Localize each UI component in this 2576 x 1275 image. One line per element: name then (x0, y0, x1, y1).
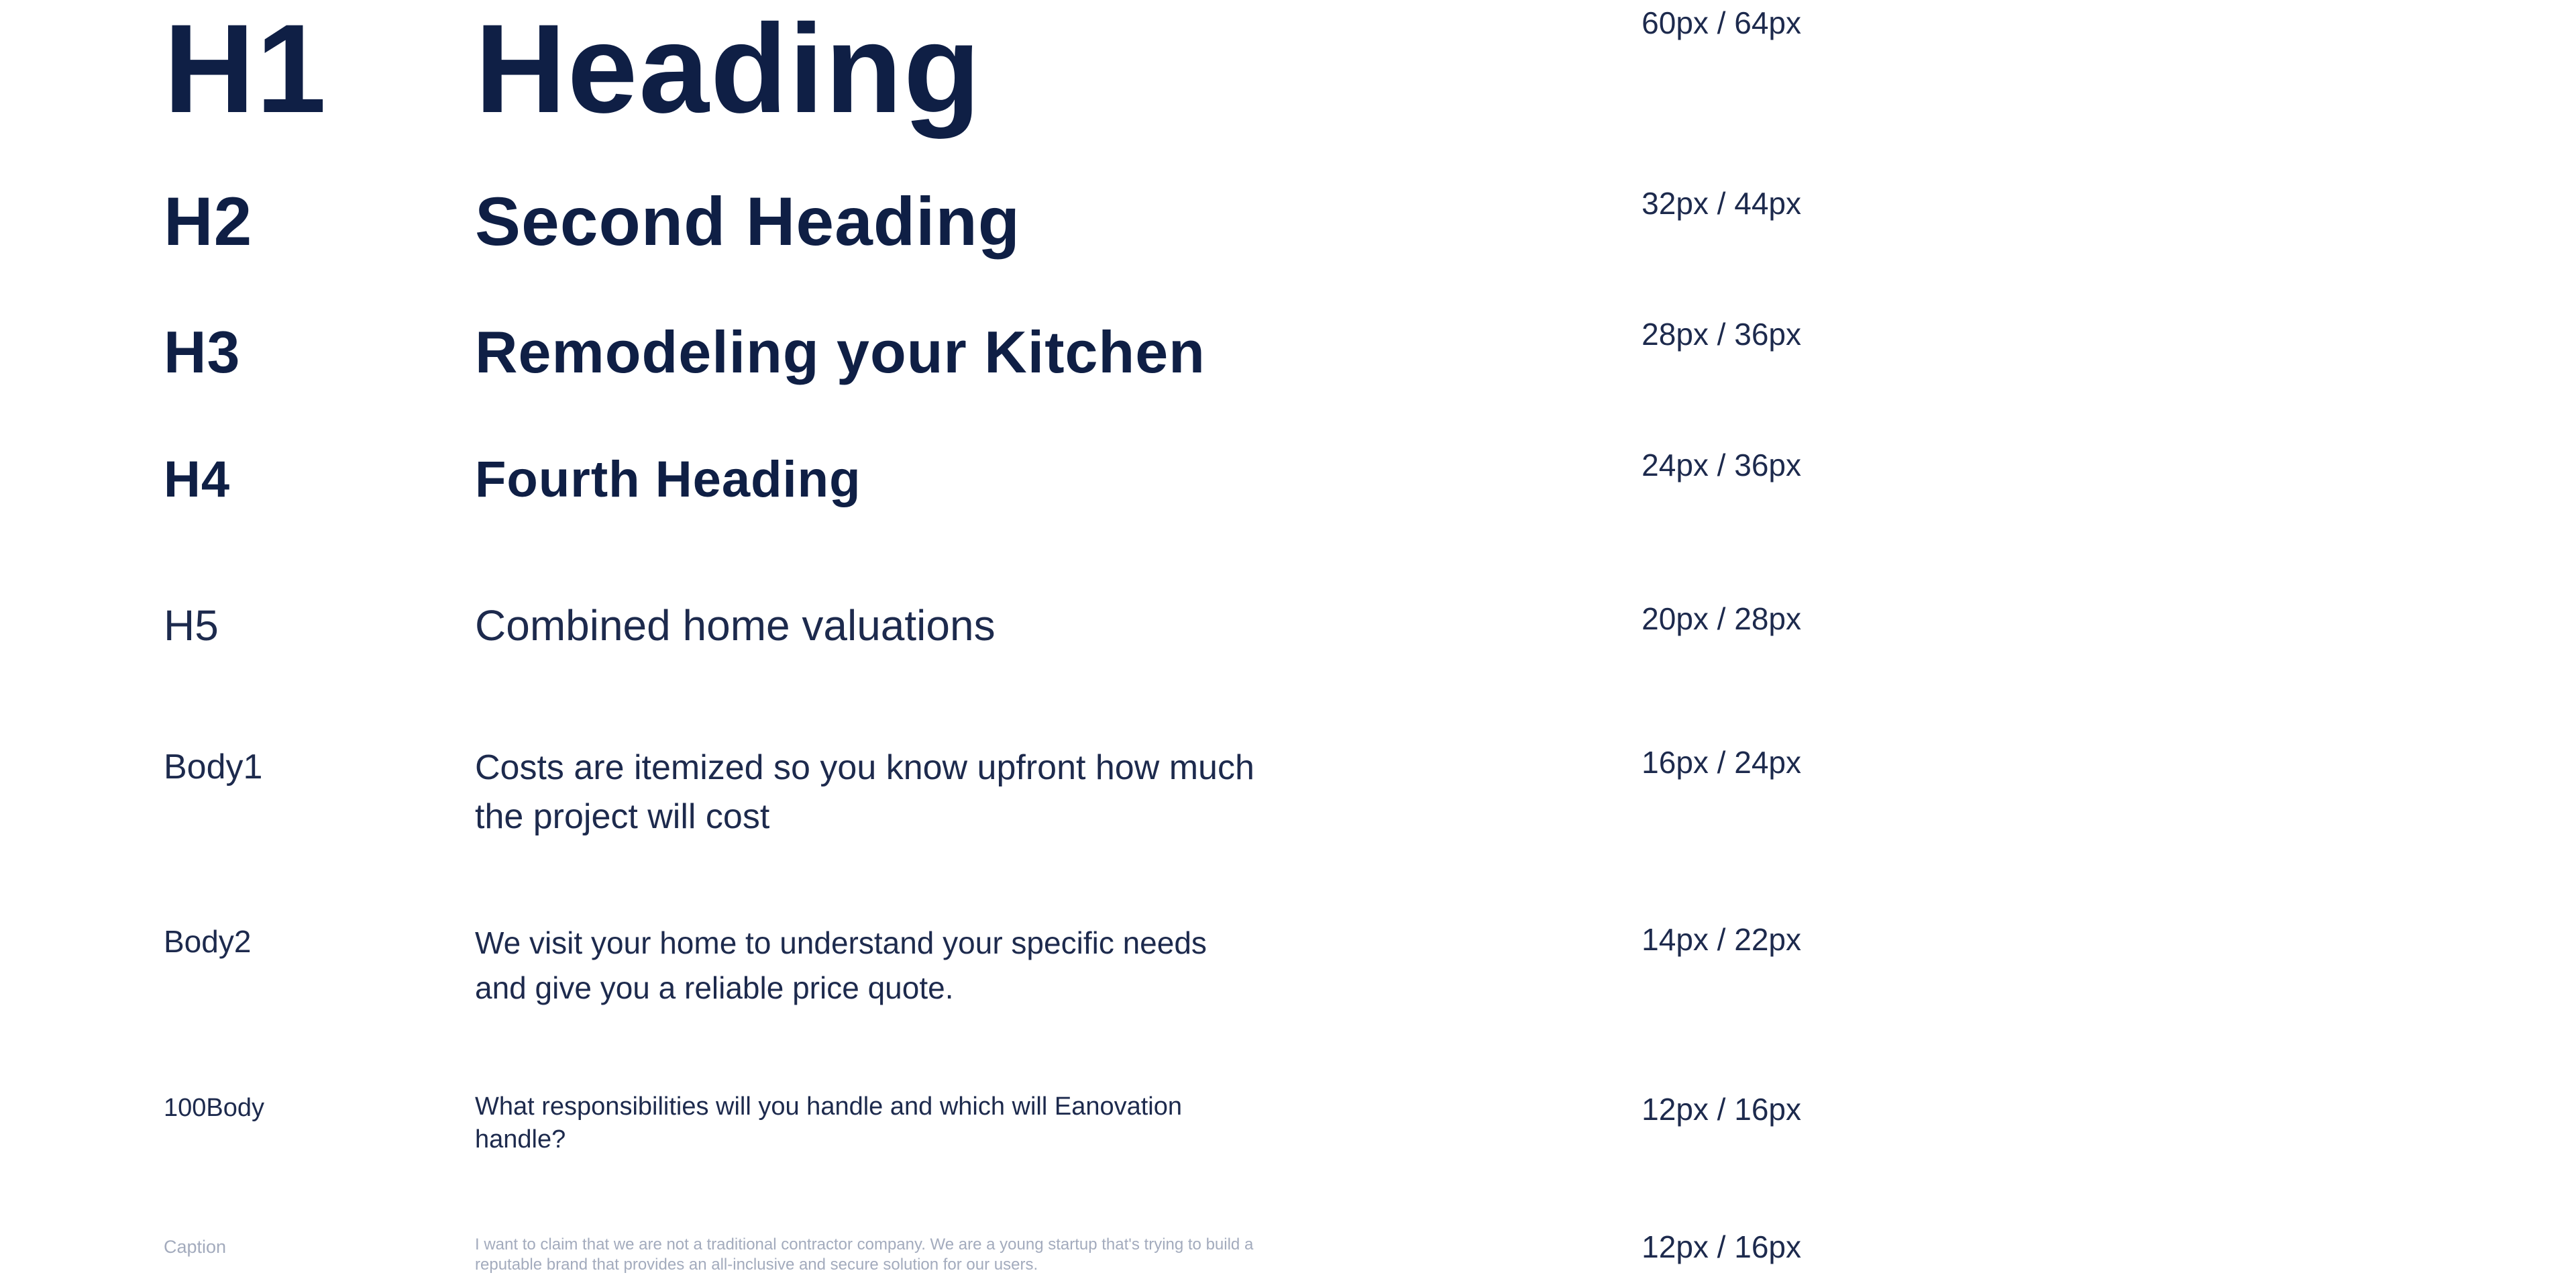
style-label-body2: Body2 (164, 924, 252, 959)
sample-text-100body: What responsibilities will you handle an… (475, 1092, 1182, 1154)
size-spec-body1: 16px / 24px (1642, 745, 1801, 780)
style-label-h3: H3 (164, 319, 241, 385)
style-label-body1: Body1 (164, 748, 263, 786)
size-spec-h5: 20px / 28px (1642, 601, 1801, 636)
sample-text-h5: Combined home valuations (475, 601, 996, 650)
size-spec-h1: 60px / 64px (1642, 5, 1801, 40)
sample-text-caption: I want to claim that we are not a tradit… (475, 1235, 1254, 1274)
sample-text-h2: Second Heading (475, 183, 1021, 260)
sample-text-body1: Costs are itemized so you know upfront h… (475, 748, 1254, 836)
size-spec-h4: 24px / 36px (1642, 448, 1801, 482)
size-spec-100body: 12px / 16px (1642, 1092, 1801, 1127)
style-label-caption: Caption (164, 1237, 227, 1257)
size-spec-body2: 14px / 22px (1642, 922, 1801, 957)
size-spec-h2: 32px / 44px (1642, 186, 1801, 221)
size-spec-caption: 12px / 16px (1642, 1229, 1801, 1264)
size-spec-h3: 28px / 36px (1642, 317, 1801, 352)
sample-text-h4: Fourth Heading (475, 451, 861, 508)
sample-text-body2: We visit your home to understand your sp… (475, 925, 1207, 1005)
style-label-h2: H2 (164, 183, 253, 260)
sample-text-h3: Remodeling your Kitchen (475, 319, 1205, 385)
style-label-h1: H1 (164, 0, 328, 139)
style-label-h4: H4 (164, 451, 231, 508)
style-label-100body: 100Body (164, 1094, 265, 1122)
style-label-h5: H5 (164, 601, 219, 650)
sample-text-h1: Heading (475, 0, 982, 139)
